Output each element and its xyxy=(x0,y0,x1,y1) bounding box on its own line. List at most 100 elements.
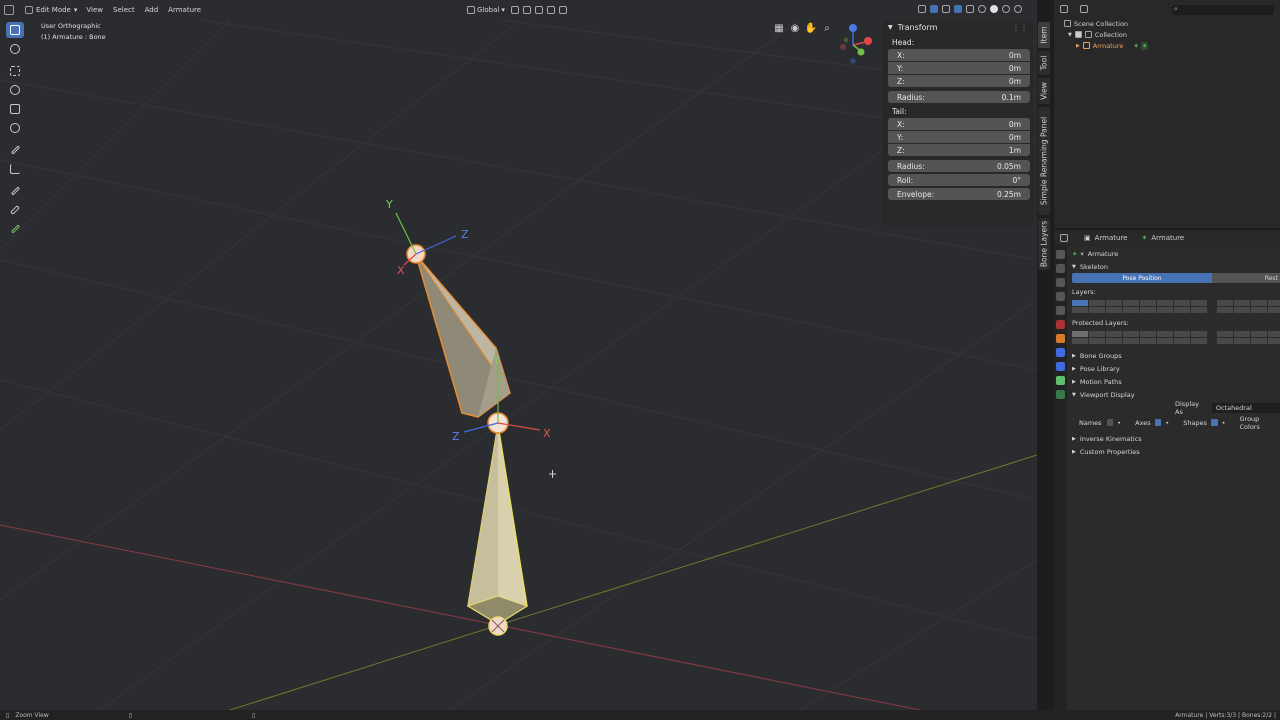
measure-tool[interactable] xyxy=(6,161,24,177)
view-layer-tab-icon[interactable] xyxy=(1056,292,1065,301)
rest-position-button[interactable]: Rest xyxy=(1212,273,1280,283)
shading-rendered-icon[interactable] xyxy=(1014,5,1022,13)
roll-field[interactable]: Roll: 0° xyxy=(888,174,1030,186)
expand-arrow-icon[interactable]: ▶ xyxy=(1076,43,1080,49)
camera-icon[interactable]: ◉ xyxy=(788,22,802,36)
modifier-tab-icon[interactable] xyxy=(1056,348,1065,357)
tail-y-field[interactable]: Y: 0m xyxy=(888,131,1030,143)
checkbox-icon[interactable] xyxy=(1074,31,1082,38)
field-label: Z: xyxy=(897,145,905,155)
bone-tab-icon[interactable] xyxy=(1056,390,1065,399)
editor-type-button[interactable] xyxy=(0,3,21,17)
snap-icon[interactable] xyxy=(522,6,531,14)
armature-data-tab-icon[interactable] xyxy=(1056,376,1065,385)
scene-tab-icon[interactable] xyxy=(1056,306,1065,315)
shading-solid-icon[interactable] xyxy=(990,5,998,13)
shading-wireframe-icon[interactable] xyxy=(978,5,986,13)
menu-view[interactable]: View xyxy=(81,6,108,14)
output-tab-icon[interactable] xyxy=(1056,278,1065,287)
tab-bone-layers[interactable]: Bone Layers xyxy=(1038,218,1050,270)
skeleton-panel-header[interactable]: ▼ Skeleton xyxy=(1067,260,1280,273)
proportional-edit-icon[interactable] xyxy=(546,6,555,14)
display-mode-icon[interactable] xyxy=(1080,5,1088,13)
tab-item[interactable]: Item xyxy=(1038,22,1050,48)
tab-view[interactable]: View xyxy=(1038,78,1050,104)
world-tab-icon[interactable] xyxy=(1056,320,1065,329)
pivot-icon[interactable] xyxy=(510,6,519,14)
physics-tab-icon[interactable] xyxy=(1056,362,1065,371)
editor-type-icon[interactable] xyxy=(1060,5,1068,13)
field-value: 0m xyxy=(1008,119,1021,129)
extrude-tool[interactable] xyxy=(6,183,24,199)
inverse-kinematics-panel[interactable]: ▶ Inverse Kinematics xyxy=(1067,432,1280,445)
head-y-field[interactable]: Y: 0m xyxy=(888,62,1030,74)
menu-armature[interactable]: Armature xyxy=(163,6,206,14)
bone-lower[interactable] xyxy=(466,424,529,625)
overlay-toggle-icon[interactable] xyxy=(954,5,962,13)
head-z-field[interactable]: Z: 0m xyxy=(888,75,1030,87)
pose-library-panel[interactable]: ▶ Pose Library xyxy=(1067,362,1280,375)
panel-header[interactable]: ▼ Transform ⋮⋮ xyxy=(883,20,1033,34)
snap-target-icon[interactable] xyxy=(534,6,543,14)
viewport-display-panel[interactable]: ▼ Viewport Display xyxy=(1067,388,1280,401)
render-tab-icon[interactable] xyxy=(1056,264,1065,273)
names-checkbox[interactable] xyxy=(1106,419,1114,426)
menu-add[interactable]: Add xyxy=(140,6,164,14)
transform-orientation-dropdown[interactable]: Global ▾ xyxy=(461,3,509,17)
tail-x-field[interactable]: X: 0m xyxy=(888,118,1030,130)
tool-tab-icon[interactable] xyxy=(1056,250,1065,259)
outliner-collection[interactable]: ▼ Collection xyxy=(1064,29,1148,40)
gizmo-toggle-icon[interactable] xyxy=(930,5,938,13)
visibility-icon[interactable] xyxy=(918,5,926,13)
navigation-gizmo[interactable] xyxy=(840,24,872,64)
envelope-field[interactable]: Envelope: 0.25m xyxy=(888,188,1030,200)
3d-viewport[interactable]: Y Z X Y X Z Edit Mode ▾ View Select Add … xyxy=(0,0,1037,710)
pose-position-button[interactable]: Pose Position xyxy=(1072,273,1212,283)
protected-layers-grid[interactable] xyxy=(1072,331,1280,344)
object-tab-icon[interactable] xyxy=(1056,334,1065,343)
expand-arrow-icon[interactable]: ▼ xyxy=(1068,32,1072,38)
display-as-dropdown[interactable]: Octahedral xyxy=(1211,402,1280,413)
tail-z-field[interactable]: Z: 1m xyxy=(888,144,1030,156)
data-name-field[interactable]: ✶ ▾ Armature xyxy=(1067,247,1280,260)
layers-grid[interactable] xyxy=(1072,300,1280,313)
bone-groups-panel[interactable]: ▶ Bone Groups xyxy=(1067,349,1280,362)
mode-dropdown[interactable]: Edit Mode ▾ xyxy=(21,3,81,17)
overlay-icon[interactable] xyxy=(942,5,950,13)
grid-view-icon[interactable]: ▦ xyxy=(772,22,786,36)
select-box-tool[interactable] xyxy=(6,22,24,38)
bone-upper[interactable] xyxy=(415,254,511,418)
tail-radius-field[interactable]: Radius: 0.05m xyxy=(888,160,1030,172)
outliner-scene-collection[interactable]: Scene Collection xyxy=(1064,18,1148,29)
bone-size-tool[interactable] xyxy=(6,202,24,218)
move-tool[interactable] xyxy=(6,63,24,79)
falloff-icon[interactable] xyxy=(558,6,567,14)
zoom-icon[interactable]: ⌕ xyxy=(820,22,834,36)
axes-checkbox[interactable] xyxy=(1154,419,1162,426)
panel-title: Viewport Display xyxy=(1079,390,1135,399)
drag-handle-icon[interactable]: ⋮⋮ xyxy=(1012,23,1028,32)
outliner: ⌕ Scene Collection ▼ Collection ▶ Armatu… xyxy=(1054,0,1280,228)
armature-icon xyxy=(1082,42,1090,49)
motion-paths-panel[interactable]: ▶ Motion Paths xyxy=(1067,375,1280,388)
xray-icon[interactable] xyxy=(966,5,974,13)
shapes-checkbox[interactable] xyxy=(1210,419,1218,426)
cursor-tool[interactable] xyxy=(6,41,24,57)
menu-select[interactable]: Select xyxy=(108,6,140,14)
shading-material-icon[interactable] xyxy=(1002,5,1010,13)
custom-properties-panel[interactable]: ▶ Custom Properties xyxy=(1067,445,1280,458)
viewport-scene[interactable]: Y Z X Y X Z xyxy=(0,0,1037,710)
scale-tool[interactable] xyxy=(6,101,24,117)
tab-simple-renaming-panel[interactable]: Simple Renaming Panel xyxy=(1038,107,1050,215)
editor-type-icon[interactable] xyxy=(1060,234,1068,242)
head-radius-field[interactable]: Radius: 0.1m xyxy=(888,91,1030,103)
outliner-armature[interactable]: ▶ Armature ✶ ✶ xyxy=(1064,40,1149,51)
head-x-field[interactable]: X: 0m xyxy=(888,49,1030,61)
rotate-tool[interactable] xyxy=(6,82,24,98)
transform-tool[interactable] xyxy=(6,120,24,136)
outliner-search-input[interactable]: ⌕ xyxy=(1172,5,1274,15)
pan-hand-icon[interactable]: ✋ xyxy=(804,22,818,36)
bone-roll-tool[interactable] xyxy=(6,221,24,237)
tab-tool[interactable]: Tool xyxy=(1038,51,1050,75)
annotate-tool[interactable] xyxy=(6,142,24,158)
